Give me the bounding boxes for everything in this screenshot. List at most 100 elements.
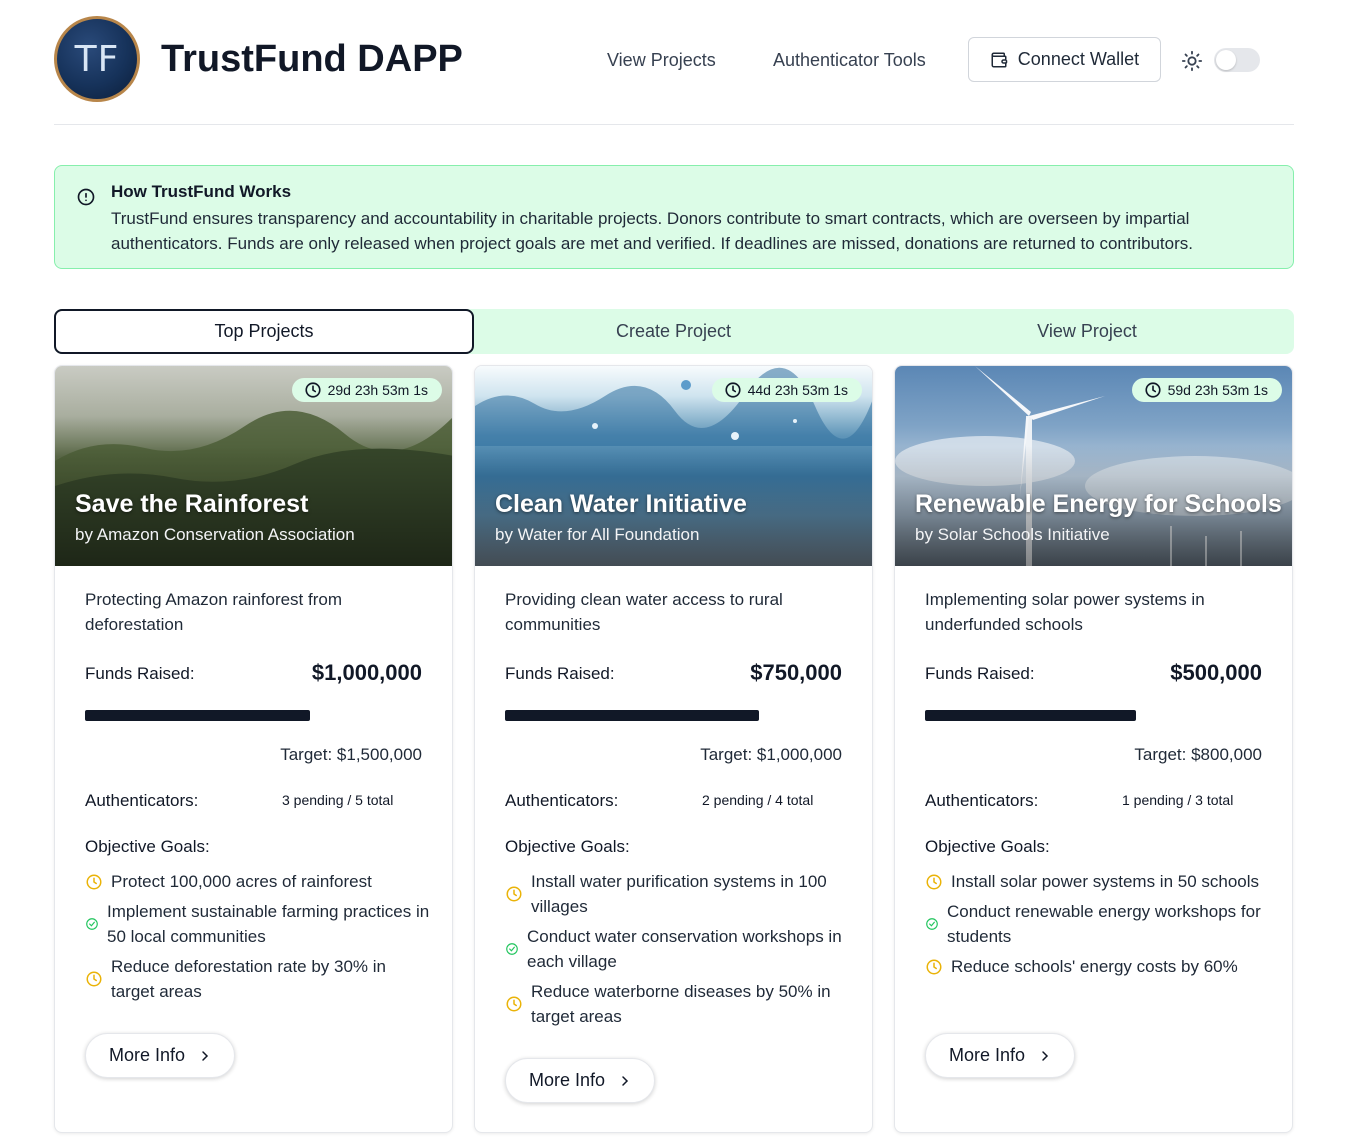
connect-wallet-label: Connect Wallet <box>1017 49 1140 69</box>
goal-text: Conduct renewable energy workshops for s… <box>947 902 1261 946</box>
tab-create-project[interactable]: Create Project <box>467 309 880 354</box>
funding-progress-bar <box>505 710 843 721</box>
authenticators-label: Authenticators: <box>505 791 619 810</box>
goals-list: Install solar power systems in 50 school… <box>925 869 1270 984</box>
progress-fill <box>925 710 1137 721</box>
deadline-timer: 59d 23h 53m 1s <box>1131 378 1282 402</box>
authenticators-label: Authenticators: <box>85 791 199 810</box>
funds-raised-value: $750,000 <box>750 660 842 685</box>
app-logo[interactable]: TF <box>54 16 140 102</box>
clock-pending-icon <box>506 886 522 902</box>
authenticators-count: 3 pending / 5 total <box>282 792 394 808</box>
check-circle-icon <box>86 918 98 930</box>
project-title: Save the Rainforest <box>75 490 309 518</box>
project-org: by Water for All Foundation <box>495 525 700 544</box>
goals-list: Install water purification systems in 10… <box>505 869 850 1034</box>
alert-body: TrustFund ensures transparency and accou… <box>111 209 1193 253</box>
funding-progress-bar <box>925 710 1263 721</box>
project-org: by Amazon Conservation Association <box>75 525 355 544</box>
authenticators-label: Authenticators: <box>925 791 1039 810</box>
deadline-timer: 29d 23h 53m 1s <box>291 378 442 402</box>
clock-pending-icon <box>86 874 102 889</box>
goal-item: Conduct water conservation workshops in … <box>505 924 850 974</box>
goal-text: Reduce waterborne diseases by 50% in tar… <box>531 982 831 1026</box>
more-info-button[interactable]: More Info <box>925 1033 1075 1078</box>
funds-raised-label: Funds Raised: <box>85 664 195 683</box>
clock-pending-icon <box>926 874 942 889</box>
project-card: 59d 23h 53m 1s Renewable Energy for Scho… <box>894 365 1293 1133</box>
objective-goals-label: Objective Goals: <box>85 837 210 856</box>
goal-text: Protect 100,000 acres of rainforest <box>111 872 372 891</box>
goal-item: Reduce deforestation rate by 30% in targ… <box>85 954 430 1004</box>
more-info-label: More Info <box>948 1045 1026 1065</box>
nav-view-projects[interactable]: View Projects <box>607 50 716 71</box>
clock-pending-icon <box>506 996 522 1012</box>
clock-icon <box>725 382 741 398</box>
sun-icon[interactable] <box>1181 50 1203 72</box>
project-card: 29d 23h 53m 1s Save the Rainforest by Am… <box>54 365 453 1133</box>
timer-text: 29d 23h 53m 1s <box>327 382 428 398</box>
goal-text: Reduce deforestation rate by 30% in targ… <box>111 957 387 1001</box>
goal-text: Install solar power systems in 50 school… <box>951 872 1260 891</box>
funding-target: Target: $1,000,000 <box>700 745 842 764</box>
funding-progress-bar <box>85 710 423 721</box>
goal-item: Protect 100,000 acres of rainforest <box>85 869 430 894</box>
goals-list: Protect 100,000 acres of rainforest Imple… <box>85 869 430 1009</box>
logo-text: TF <box>74 38 120 80</box>
check-circle-icon <box>506 943 518 955</box>
wallet-icon <box>991 52 1008 67</box>
project-title: Renewable Energy for Schools <box>915 490 1282 518</box>
tab-view-project[interactable]: View Project <box>880 309 1294 354</box>
project-title: Clean Water Initiative <box>495 490 747 518</box>
project-tabs: Create Project View Project Top Projects <box>54 309 1294 354</box>
funding-target: Target: $800,000 <box>1134 745 1262 764</box>
funds-raised-value: $500,000 <box>1170 660 1262 685</box>
project-card: 44d 23h 53m 1s Clean Water Initiative by… <box>474 365 873 1133</box>
chevron-right-icon <box>202 1050 209 1061</box>
more-info-button[interactable]: More Info <box>505 1058 655 1103</box>
theme-toggle[interactable] <box>1214 48 1260 72</box>
deadline-timer: 44d 23h 53m 1s <box>711 378 862 402</box>
more-info-button[interactable]: More Info <box>85 1033 235 1078</box>
project-image: 44d 23h 53m 1s Clean Water Initiative by… <box>475 366 872 566</box>
project-org: by Solar Schools Initiative <box>915 525 1110 544</box>
project-image: 29d 23h 53m 1s Save the Rainforest by Am… <box>55 366 452 566</box>
goal-item: Reduce waterborne diseases by 50% in tar… <box>505 979 850 1029</box>
funds-raised-value: $1,000,000 <box>311 660 422 685</box>
info-icon <box>77 188 95 206</box>
funds-raised-label: Funds Raised: <box>505 664 615 683</box>
clock-icon <box>305 382 321 398</box>
connect-wallet-button[interactable]: Connect Wallet <box>968 37 1161 82</box>
chevron-right-icon <box>1042 1050 1049 1061</box>
header-divider <box>54 124 1294 125</box>
clock-icon <box>1145 382 1161 398</box>
toggle-knob <box>1216 50 1236 70</box>
alert-title: How TrustFund Works <box>111 182 292 201</box>
goal-item: Conduct renewable energy workshops for s… <box>925 899 1270 949</box>
project-description: Protecting Amazon rainforest from defore… <box>85 590 343 634</box>
goal-text: Implement sustainable farming practices … <box>107 902 430 946</box>
objective-goals-label: Objective Goals: <box>925 837 1050 856</box>
timer-text: 44d 23h 53m 1s <box>747 382 848 398</box>
project-description: Implementing solar power systems in unde… <box>925 590 1205 634</box>
funds-raised-label: Funds Raised: <box>925 664 1035 683</box>
nav-authenticator-tools[interactable]: Authenticator Tools <box>773 50 926 71</box>
progress-fill <box>85 710 311 721</box>
app-header: TF TrustFund DAPP View Projects Authenti… <box>54 16 1294 106</box>
goal-item: Implement sustainable farming practices … <box>85 899 430 949</box>
project-image: 59d 23h 53m 1s Renewable Energy for Scho… <box>895 366 1292 566</box>
timer-text: 59d 23h 53m 1s <box>1167 382 1268 398</box>
goal-text: Reduce schools' energy costs by 60% <box>951 957 1238 976</box>
goal-item: Install water purification systems in 10… <box>505 869 850 919</box>
chevron-right-icon <box>622 1075 629 1086</box>
more-info-label: More Info <box>108 1045 186 1065</box>
clock-pending-icon <box>86 971 102 987</box>
project-description: Providing clean water access to rural co… <box>505 590 783 634</box>
goal-item: Reduce schools' energy costs by 60% <box>925 954 1270 979</box>
tab-top-projects[interactable]: Top Projects <box>54 309 474 354</box>
goal-item: Install solar power systems in 50 school… <box>925 869 1270 894</box>
more-info-label: More Info <box>528 1070 606 1090</box>
funding-target: Target: $1,500,000 <box>280 745 422 764</box>
clock-pending-icon <box>926 959 942 974</box>
app-title: TrustFund DAPP <box>161 38 463 80</box>
